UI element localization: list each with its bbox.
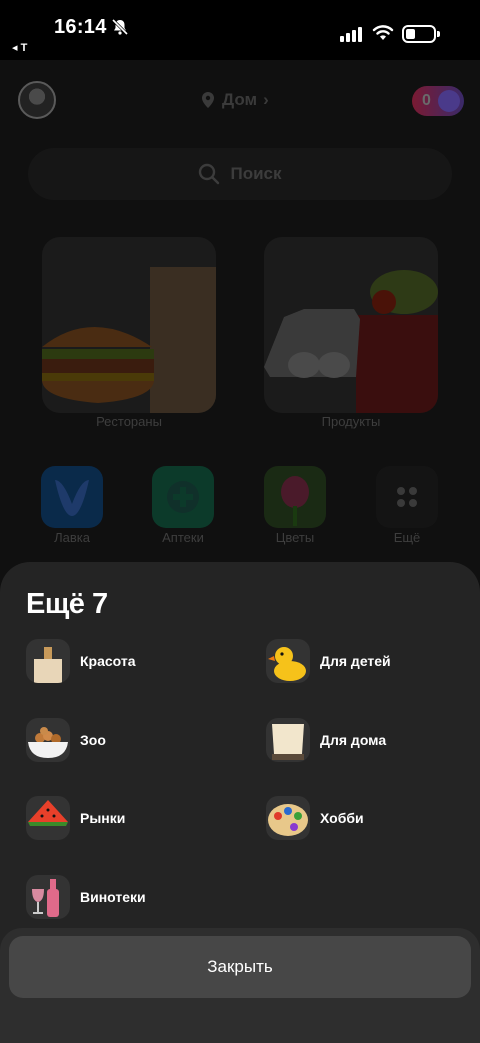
search-icon: [199, 163, 220, 185]
pet-food-bowl-icon: [26, 718, 70, 762]
category-kids-label: Для детей: [320, 653, 391, 669]
category-home[interactable]: Для дома: [266, 717, 386, 763]
category-products-card[interactable]: [264, 237, 438, 413]
category-products-label: Продукты: [321, 414, 381, 429]
sheet-footer: Закрыть: [0, 928, 480, 1043]
watermelon-icon: [26, 796, 70, 840]
lavka-logo-icon: [55, 480, 89, 516]
plus-icon: [438, 90, 460, 112]
wine-icon: [26, 875, 70, 919]
battery-icon: [402, 25, 440, 43]
chevron-right-icon: ›: [263, 90, 269, 109]
category-lavka-label: Лавка: [54, 530, 90, 545]
category-markets[interactable]: Рынки: [26, 795, 125, 841]
close-button[interactable]: Закрыть: [9, 936, 471, 998]
status-time: 16:14: [54, 16, 107, 38]
sheet-title: Ещё 7: [26, 588, 108, 620]
search-input[interactable]: Поиск: [28, 148, 452, 200]
category-flowers-label: Цветы: [275, 530, 315, 545]
bell-muted-icon: [111, 18, 129, 36]
category-restaurants-label: Рестораны: [96, 414, 162, 429]
category-zoo-label: Зоо: [80, 732, 106, 748]
address-label: Дом: [222, 90, 258, 109]
category-wine[interactable]: Винотеки: [26, 874, 146, 920]
location-pin-icon: [202, 92, 214, 108]
wifi-icon: [372, 25, 394, 40]
category-home-label: Для дома: [320, 732, 387, 748]
back-to-app-link[interactable]: ◂ T: [12, 41, 27, 54]
beauty-icon: [26, 639, 70, 683]
category-beauty-label: Красота: [80, 653, 136, 669]
cashback-value: 0: [422, 92, 431, 109]
category-markets-label: Рынки: [80, 810, 126, 826]
avatar[interactable]: [18, 81, 56, 119]
paint-palette-icon: [266, 796, 310, 840]
flower-icon: [281, 476, 309, 526]
category-hobby[interactable]: Хобби: [266, 795, 364, 841]
burger-icon: [42, 267, 216, 413]
lamp-icon: [266, 718, 310, 762]
status-bar: 16:14 ◂ T: [0, 0, 480, 60]
address-selector[interactable]: Дом ›: [200, 90, 269, 110]
cashback-badge[interactable]: 0: [412, 86, 464, 116]
category-hobby-label: Хобби: [320, 810, 364, 826]
category-beauty[interactable]: Красота: [26, 638, 136, 684]
rubber-duck-icon: [266, 639, 310, 683]
medical-cross-icon: [167, 481, 199, 513]
category-lavka-card[interactable]: [41, 466, 103, 528]
category-kids[interactable]: Для детей: [266, 638, 391, 684]
category-restaurants-card[interactable]: [42, 237, 216, 413]
category-pharmacy-label: Аптеки: [162, 530, 204, 545]
category-pharmacy-card[interactable]: [152, 466, 214, 528]
category-zoo[interactable]: Зоо: [26, 717, 106, 763]
category-flowers-card[interactable]: [264, 466, 326, 528]
category-more-card[interactable]: [376, 466, 438, 528]
groceries-icon: [264, 270, 438, 413]
search-placeholder: Поиск: [230, 164, 282, 183]
grid-dots-icon: [397, 487, 417, 507]
category-more-label: Ещё: [393, 530, 421, 545]
cellular-signal-icon: [340, 27, 362, 42]
category-wine-label: Винотеки: [80, 889, 146, 905]
